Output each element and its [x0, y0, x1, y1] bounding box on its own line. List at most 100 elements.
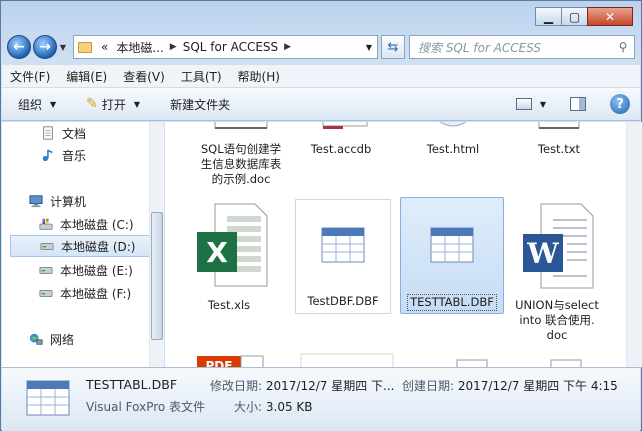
minimize-button[interactable]: ▁ [535, 7, 562, 26]
excel-file-icon: X [197, 203, 268, 287]
file-item[interactable]: Test.html [401, 122, 505, 157]
content-scrollbar[interactable] [626, 122, 642, 367]
svg-text:W: W [526, 237, 559, 270]
drive-icon [39, 266, 53, 274]
details-file-type: Visual FoxPro 表文件 [86, 400, 206, 414]
nav-item-drive-c[interactable]: 本地磁盘 (C:) [38, 213, 134, 235]
view-dropdown-icon[interactable]: ▼ [540, 100, 546, 109]
dbf-file-icon [321, 227, 365, 263]
file-name: Test.html [426, 142, 480, 156]
close-icon: ✕ [604, 9, 616, 24]
forward-button[interactable]: → [33, 35, 57, 59]
file-item[interactable]: Test.accdb [289, 122, 393, 157]
nav-item-label: 音乐 [62, 148, 87, 163]
file-name-line: into 联合使用. [519, 313, 595, 327]
address-dropdown-icon[interactable]: ▼ [361, 43, 377, 52]
file-list: SQL语句创建学 生信息数据库表 的示例.doc Test.accdb Test… [165, 122, 626, 367]
menu-view[interactable]: 查看(V) [123, 68, 165, 85]
file-item[interactable]: TestDBF.DBF [295, 199, 391, 314]
details-size: 大小: 3.05 KB [234, 398, 313, 415]
html-file-icon [439, 122, 467, 127]
menu-file[interactable]: 文件(F) [10, 68, 50, 85]
file-item[interactable] [415, 358, 519, 367]
file-name-line: 生信息数据库表 [200, 157, 282, 171]
refresh-button[interactable]: ⇆ [381, 35, 405, 59]
file-name: Test.txt [537, 142, 581, 156]
file-item-selected[interactable]: TESTTABL.DBF [400, 197, 504, 314]
organize-button[interactable]: 组织 ▼ [18, 96, 56, 113]
maximize-icon: ▢ [568, 9, 581, 24]
breadcrumb-separator-icon[interactable]: ▶ [170, 42, 177, 52]
dbf-file-icon [26, 380, 70, 416]
word-doc-icon: W [523, 203, 594, 289]
nav-item-drive-e[interactable]: 本地磁盘 (E:) [38, 259, 133, 281]
music-icon [42, 149, 53, 162]
breadcrumb-folder[interactable]: SQL for ACCESS [183, 40, 278, 54]
close-button[interactable]: ✕ [587, 7, 633, 26]
nav-item-drive-d[interactable]: 本地磁盘 (D:) [10, 235, 150, 257]
nav-item-label: 本地磁盘 (D:) [61, 239, 136, 254]
nav-item-documents[interactable]: 文档 [40, 122, 86, 144]
breadcrumb-separator-icon[interactable]: ▶ [284, 42, 291, 52]
caret-down-icon: ▼ [133, 99, 141, 109]
address-row: ← → ▼ « 本地磁... ▶ SQL for ACCESS ▶ ▼ ⇆ 搜索… [7, 33, 635, 61]
file-item[interactable]: X Test.xls [177, 202, 281, 314]
file-icon [300, 353, 394, 367]
caption-buttons: ▁ ▢ ✕ [535, 7, 633, 26]
new-folder-label: 新建文件夹 [170, 97, 231, 112]
arrow-right-icon: → [39, 39, 51, 55]
file-item[interactable]: W UNION与select into 联合使用. doc [505, 202, 609, 343]
windows-drive-icon [39, 218, 53, 230]
open-button[interactable]: ✎ 打开 ▼ [86, 96, 140, 113]
recent-pages-dropdown[interactable]: ▼ [57, 43, 69, 52]
nav-item-network[interactable]: 网络 [28, 328, 74, 350]
network-icon [29, 333, 43, 345]
breadcrumb-overflow[interactable]: « [101, 40, 108, 54]
access-db-icon [322, 122, 368, 129]
size-value: 3.05 KB [265, 400, 313, 414]
nav-item-computer[interactable]: 计算机 [28, 190, 86, 212]
drive-icon [40, 242, 54, 250]
open-folder-icon: ✎ [86, 96, 98, 112]
size-label: 大小: [234, 400, 263, 414]
back-button[interactable]: ← [7, 35, 31, 59]
new-folder-button[interactable]: 新建文件夹 [170, 96, 230, 113]
nav-item-music[interactable]: 音乐 [40, 144, 86, 166]
file-icon [456, 359, 488, 367]
change-view-icon[interactable] [515, 98, 532, 110]
file-item[interactable] [511, 358, 615, 367]
navigation-scrollbar[interactable] [149, 122, 164, 367]
file-item[interactable] [295, 352, 399, 367]
navigation-pane: 文档 音乐 计算机 本地磁盘 (C:) 本地磁盘 (D:) 本地磁盘 (E:) … [2, 122, 164, 367]
nav-item-drive-f[interactable]: 本地磁盘 (F:) [38, 282, 131, 304]
address-bar[interactable]: « 本地磁... ▶ SQL for ACCESS ▶ ▼ [73, 35, 378, 59]
refresh-icon: ⇆ [387, 39, 399, 55]
maximize-button[interactable]: ▢ [561, 7, 588, 26]
word-doc-icon [214, 122, 268, 129]
scrollbar-thumb[interactable] [151, 212, 163, 340]
svg-text:X: X [206, 236, 228, 269]
details-pane: TESTTABL.DBF Visual FoxPro 表文件 修改日期: 201… [2, 367, 640, 431]
folder-icon [78, 41, 92, 53]
file-item[interactable]: PDF [177, 352, 281, 367]
search-icon[interactable]: ⚲ [612, 40, 634, 54]
file-name: TESTTABL.DBF [407, 294, 497, 311]
caret-down-icon: ▼ [50, 99, 57, 109]
modified-label: 修改日期: [210, 379, 263, 393]
arrow-left-icon: ← [13, 39, 25, 55]
preview-pane-icon[interactable] [570, 97, 586, 111]
file-item[interactable]: Test.txt [507, 122, 611, 157]
file-name-line: doc [546, 328, 568, 342]
menu-edit[interactable]: 编辑(E) [66, 68, 107, 85]
breadcrumb-drive[interactable]: 本地磁... [116, 39, 163, 56]
file-item[interactable]: SQL语句创建学 生信息数据库表 的示例.doc [189, 122, 293, 187]
nav-item-label: 文档 [62, 126, 87, 141]
search-input[interactable]: 搜索 SQL for ACCESS ⚲ [409, 35, 635, 59]
nav-item-label: 网络 [50, 332, 75, 347]
menu-tools[interactable]: 工具(T) [181, 68, 222, 85]
computer-icon [29, 195, 43, 208]
help-icon[interactable]: ? [610, 94, 630, 114]
menu-help[interactable]: 帮助(H) [238, 68, 280, 85]
organize-label: 组织 [18, 97, 43, 112]
file-name: Test.accdb [310, 142, 372, 156]
